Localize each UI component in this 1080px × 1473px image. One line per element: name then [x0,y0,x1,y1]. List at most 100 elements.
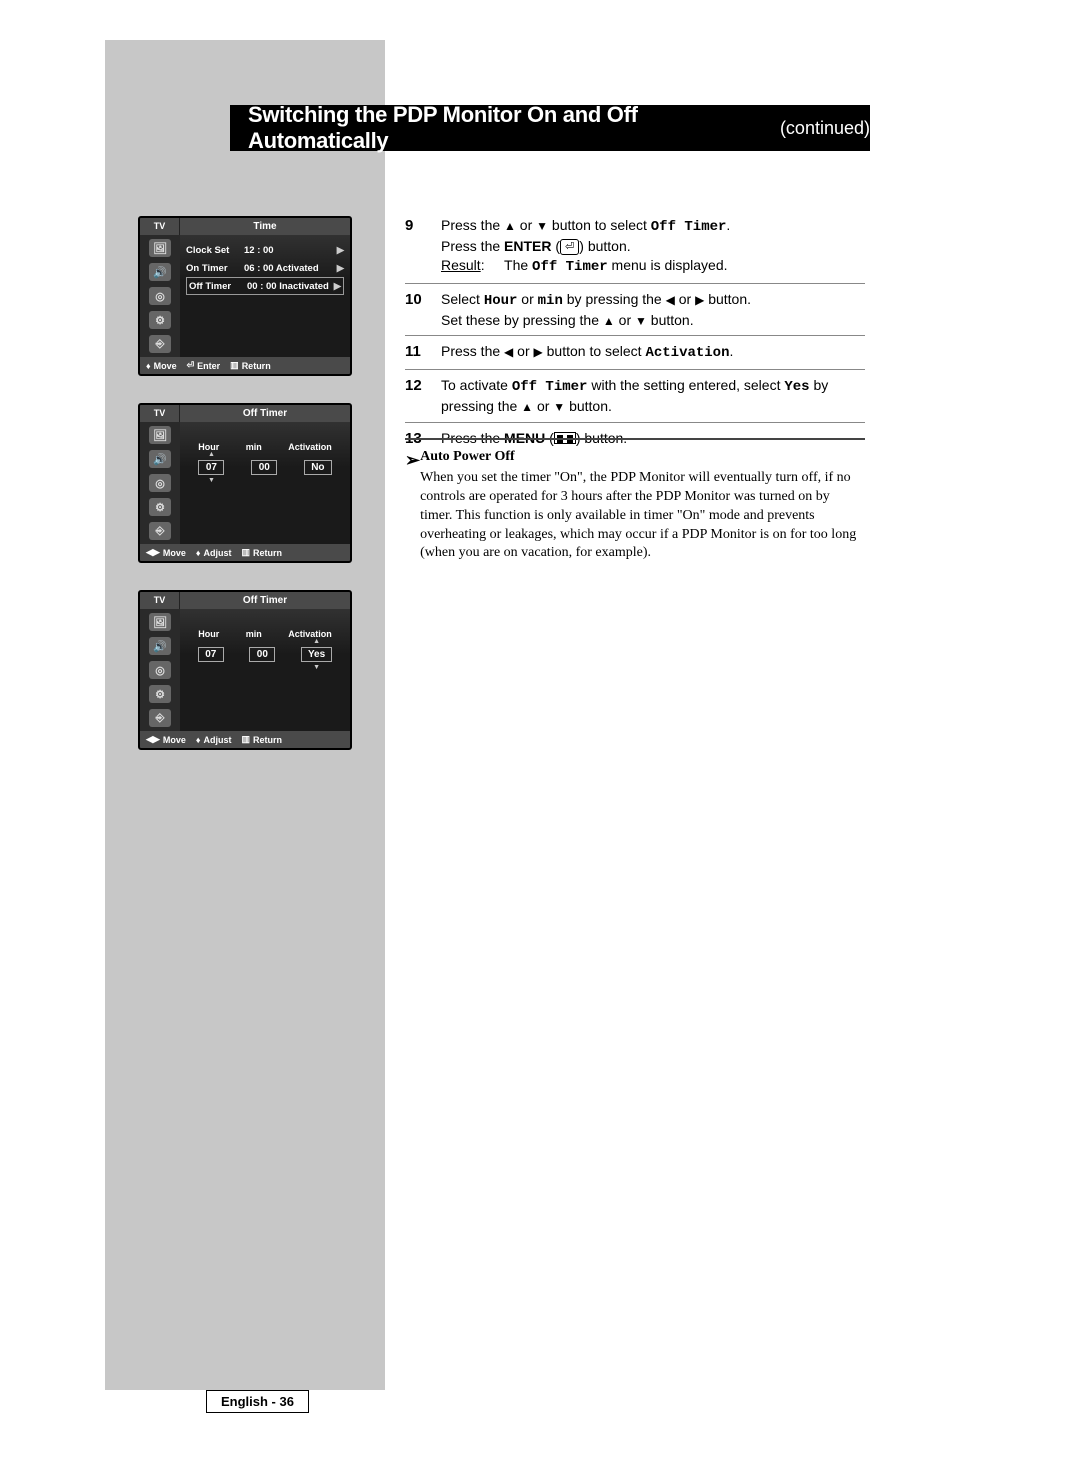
right-arrow-icon: ▶ [695,293,704,307]
down-arrow-icon: ▼ [553,400,565,414]
channel-icon: ◎ [149,661,171,679]
step-number: 10 [405,290,441,330]
right-arrow-icon: ▶ [534,345,543,359]
up-arrow-icon: ▲ [504,219,516,233]
menu-icon: ▥ [241,734,250,745]
updown-icon: ♦ [196,735,201,745]
osd-title: Off Timer [180,405,350,422]
osd-title: Off Timer [180,592,350,609]
step-text: Select Hour or min by pressing the ◀ or … [441,290,865,330]
osd-icon-column: 🖼 🔊 ◎ ⚙ ⎆ [140,422,180,544]
menu-icon: ▥ [230,360,239,371]
step-text: Press the ◀ or ▶ button to select Activa… [441,342,865,363]
val-activation: Yes [301,647,332,662]
osd-row-on-timer: On Timer 06 : 00 Activated ▶ [186,259,344,277]
left-arrow-icon: ◀ [666,293,675,307]
leftright-icon: ◀▶ [146,547,160,558]
osd-row-clock-set: Clock Set 12 : 00 ▶ [186,241,344,259]
val-activation: No [304,460,331,475]
osd-icon-column: 🖼 🔊 ◎ ⚙ ⎆ [140,609,180,731]
footer-move: ◀▶Move [146,547,186,558]
osd-time-menu: TV Time 🖼 🔊 ◎ ⚙ ⎆ Clock Set 12 : 00 ▶ On… [138,216,352,376]
footer-return: ▥Return [241,547,282,558]
down-arrow-icon: ▼ [635,314,647,328]
step-12: 12 To activate Off Timer with the settin… [405,369,865,422]
left-arrow-icon: ◀ [504,345,513,359]
step-9: 9 Press the ▲ or ▼ button to select Off … [405,210,865,283]
setup-icon: ⚙ [149,498,171,516]
val-min: 00 [249,647,275,662]
sound-icon: 🔊 [149,263,171,281]
up-arrow-icon: ▲ [603,314,615,328]
osd-tv-label: TV [140,218,180,235]
step-11: 11 Press the ◀ or ▶ button to select Act… [405,335,865,369]
osd-off-timer-no: TV Off Timer 🖼 🔊 ◎ ⚙ ⎆ Hour min Activati… [138,403,352,563]
footer-move: ♦Move [146,360,177,371]
setup-icon: ⚙ [149,311,171,329]
osd-footer: ◀▶Move ♦Adjust ▥Return [140,731,350,748]
updown-icon: ♦ [196,548,201,558]
enter-icon: ⏎ [187,360,195,371]
picture-icon: 🖼 [149,613,171,631]
footer-return: ▥Return [241,734,282,745]
input-icon: ⎆ [149,335,171,353]
osd-tv-label: TV [140,405,180,422]
sound-icon: 🔊 [149,450,171,468]
footer-return: ▥Return [230,360,271,371]
input-icon: ⎆ [149,522,171,540]
sound-icon: 🔊 [149,637,171,655]
enter-button-icon: ⏎ [560,239,579,255]
col-activation: Activation [288,629,332,639]
chevron-right-icon: ▶ [329,281,341,292]
osd-tv-label: TV [140,592,180,609]
osd-off-timer-yes: TV Off Timer 🖼 🔊 ◎ ⚙ ⎆ Hour min Activati… [138,590,352,750]
channel-icon: ◎ [149,474,171,492]
page-number: English - 36 [206,1390,309,1413]
leftright-icon: ◀▶ [146,734,160,745]
val-hour: 07 [198,460,224,475]
osd-content: Clock Set 12 : 00 ▶ On Timer 06 : 00 Act… [180,235,350,357]
osd-title: Time [180,218,350,235]
note-arrow-icon: ➢ [405,448,420,563]
note-body: When you set the timer "On", the PDP Mon… [420,469,865,563]
osd-content: Hour min Activation 07 00 No [180,422,350,544]
footer-enter: ⏎Enter [187,360,221,371]
col-min: min [246,442,262,452]
updown-icon: ♦ [146,361,151,371]
step-number: 9 [405,216,441,277]
col-activation: Activation [288,442,332,452]
chevron-right-icon: ▶ [332,263,344,274]
instruction-steps: 9 Press the ▲ or ▼ button to select Off … [405,210,865,455]
step-number: 11 [405,342,441,363]
step-text: Press the ▲ or ▼ button to select Off Ti… [441,216,865,277]
auto-power-off-note: ➢ Auto Power Off When you set the timer … [405,438,865,563]
picture-icon: 🖼 [149,426,171,444]
page-title: Switching the PDP Monitor On and Off Aut… [248,102,774,154]
setup-icon: ⚙ [149,685,171,703]
osd-row-off-timer-selected: Off Timer 00 : 00 Inactivated ▶ [186,277,344,295]
manual-page: Switching the PDP Monitor On and Off Aut… [0,0,1080,1473]
result-label: Result [441,257,481,273]
step-number: 12 [405,376,441,416]
footer-adjust: ♦Adjust [196,734,232,745]
step-text: To activate Off Timer with the setting e… [441,376,865,416]
up-arrow-icon: ▲ [521,400,533,414]
page-title-continued: (continued) [780,118,870,139]
input-icon: ⎆ [149,709,171,727]
note-title: Auto Power Off [420,448,865,467]
step-10: 10 Select Hour or min by pressing the ◀ … [405,283,865,336]
footer-move: ◀▶Move [146,734,186,745]
page-title-bar: Switching the PDP Monitor On and Off Aut… [230,105,870,151]
col-min: min [246,629,262,639]
down-arrow-icon: ▼ [536,219,548,233]
channel-icon: ◎ [149,287,171,305]
osd-footer: ◀▶Move ♦Adjust ▥Return [140,544,350,561]
menu-icon: ▥ [241,547,250,558]
chevron-right-icon: ▶ [332,245,344,256]
val-min: 00 [251,460,277,475]
osd-icon-column: 🖼 🔊 ◎ ⚙ ⎆ [140,235,180,357]
osd-footer: ♦Move ⏎Enter ▥Return [140,357,350,374]
val-hour: 07 [198,647,224,662]
note-content: Auto Power Off When you set the timer "O… [420,448,865,563]
footer-adjust: ♦Adjust [196,547,232,558]
